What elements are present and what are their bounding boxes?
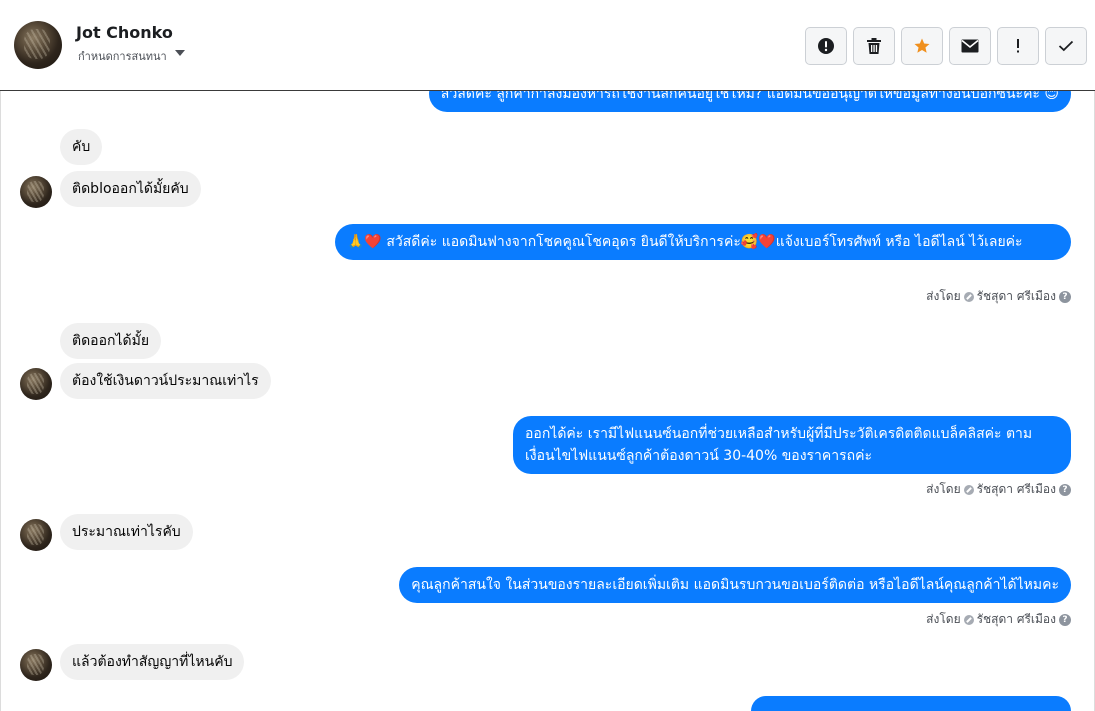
verified-icon — [963, 484, 974, 495]
contact-name[interactable]: Jot Chonko — [76, 23, 173, 42]
contact-avatar-small — [20, 176, 52, 208]
report-spam-button[interactable] — [805, 27, 847, 65]
message-incoming[interactable]: ติดbloออกได้มั้ยคับ — [60, 171, 201, 207]
contact-avatar-small — [20, 519, 52, 551]
sent-by-label: ส่งโดย รัชสุดา ศรีเมือง ? — [926, 480, 1071, 499]
delete-button[interactable] — [853, 27, 895, 65]
sent-by-agent: รัชสุดา ศรีเมือง — [976, 612, 1056, 626]
sent-by-prefix: ส่งโดย — [926, 612, 961, 626]
sent-by-agent: รัชสุดา ศรีเมือง — [976, 289, 1056, 303]
sent-by-label: ส่งโดย รัชสุดา ศรีเมือง ? — [926, 610, 1071, 629]
message-incoming[interactable]: ประมาณเท่าไรคับ — [60, 514, 193, 550]
chevron-down-icon[interactable] — [175, 50, 185, 56]
follow-up-button[interactable] — [997, 27, 1039, 65]
sent-by-prefix: ส่งโดย — [926, 289, 961, 303]
trash-icon — [867, 38, 881, 54]
star-icon — [914, 38, 930, 53]
help-icon[interactable]: ? — [1059, 483, 1071, 496]
message-outgoing[interactable]: 🙏❤️ สวัสดีค่ะ แอดมินฟางจากโชคคูณโชคอุดร … — [335, 224, 1071, 260]
help-icon[interactable]: ? — [1059, 613, 1071, 626]
message-incoming[interactable]: แล้วต้องทำสัญญาที่ไหนคับ — [60, 644, 245, 680]
envelope-icon — [961, 39, 979, 53]
conversation-header: Jot Chonko กำหนดการสนทนา — [0, 0, 1095, 91]
verified-icon — [963, 614, 974, 625]
mark-done-button[interactable] — [1045, 27, 1087, 65]
help-icon[interactable]: ? — [1059, 290, 1071, 303]
mark-unread-button[interactable] — [949, 27, 991, 65]
message-incoming[interactable]: ต้องใช้เงินดาวน์ประมาณเท่าไร — [60, 363, 271, 399]
message-incoming[interactable]: ติดออกได้มั้ย — [60, 323, 162, 359]
message-outgoing[interactable]: คุณลูกค้าสนใจ ในส่วนของรายละเอียดเพิ่มเต… — [399, 567, 1071, 603]
conversation-actions — [805, 27, 1087, 65]
checkmark-icon — [1058, 40, 1074, 52]
sent-by-prefix: ส่งโดย — [926, 482, 961, 496]
verified-icon — [963, 291, 974, 302]
conversation-schedule-label[interactable]: กำหนดการสนทนา — [78, 47, 167, 65]
message-incoming[interactable]: คับ — [60, 129, 103, 165]
message-thread[interactable]: สวัสดีค่ะ ลูกค้ากำลังมองหารถใช้งานสักคัน… — [0, 91, 1095, 711]
exclamation-icon — [1017, 39, 1019, 53]
message-outgoing[interactable]: สวัสดีค่ะ ลูกค้ากำลังมองหารถใช้งานสักคัน… — [428, 91, 1071, 112]
sent-by-label: ส่งโดย รัชสุดา ศรีเมือง ? — [926, 287, 1071, 306]
message-outgoing[interactable]: ออกได้ค่ะ เรามีไฟแนนซ์นอกที่ช่วยเหลือสำห… — [513, 416, 1071, 474]
alert-circle-icon — [818, 38, 834, 54]
contact-avatar-small — [20, 649, 52, 681]
star-button[interactable] — [901, 27, 943, 65]
contact-avatar[interactable] — [14, 21, 62, 69]
message-outgoing-partial[interactable] — [751, 696, 1071, 711]
contact-avatar-small — [20, 368, 52, 400]
sent-by-agent: รัชสุดา ศรีเมือง — [976, 482, 1056, 496]
